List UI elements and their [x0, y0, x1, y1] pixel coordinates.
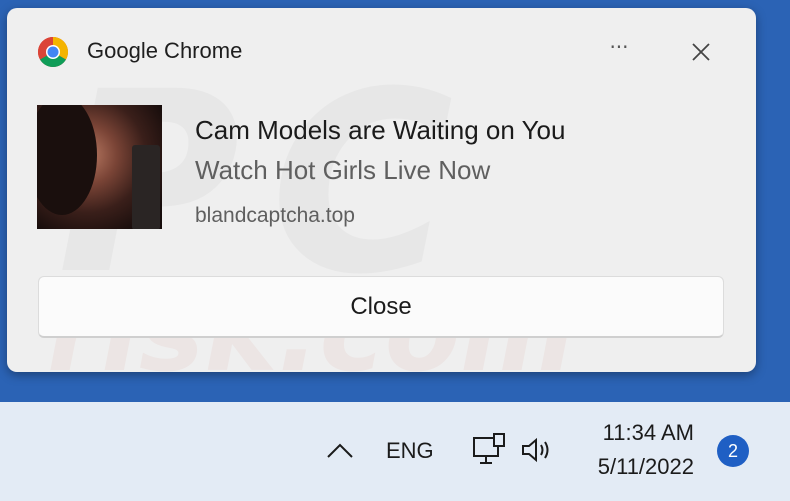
image-detail — [132, 145, 160, 229]
more-options-button[interactable]: ··· — [601, 37, 637, 66]
network-icon[interactable] — [472, 432, 508, 468]
notification-title: Cam Models are Waiting on You — [195, 115, 566, 145]
notification-source: blandcaptcha.top — [195, 204, 355, 227]
language-indicator[interactable]: ENG — [386, 438, 434, 464]
notification-image — [37, 105, 162, 229]
image-detail — [37, 105, 97, 215]
clock-date[interactable]: 5/11/2022 — [586, 454, 694, 480]
clock-time[interactable]: 11:34 AM — [594, 420, 694, 446]
volume-icon[interactable] — [520, 435, 556, 465]
notification-subtitle: Watch Hot Girls Live Now — [195, 155, 491, 185]
notification-count-badge[interactable]: 2 — [717, 435, 749, 467]
taskbar: ENG 11:34 AM 5/11/2022 2 — [0, 402, 790, 501]
notification-toast[interactable]: PC risk.com Google Chrome ··· Cam Models… — [7, 8, 756, 372]
close-icon[interactable] — [689, 40, 713, 64]
app-name: Google Chrome — [87, 38, 243, 63]
close-button[interactable]: Close — [38, 276, 724, 338]
chrome-icon — [37, 36, 69, 68]
chevron-up-icon[interactable] — [325, 440, 355, 462]
